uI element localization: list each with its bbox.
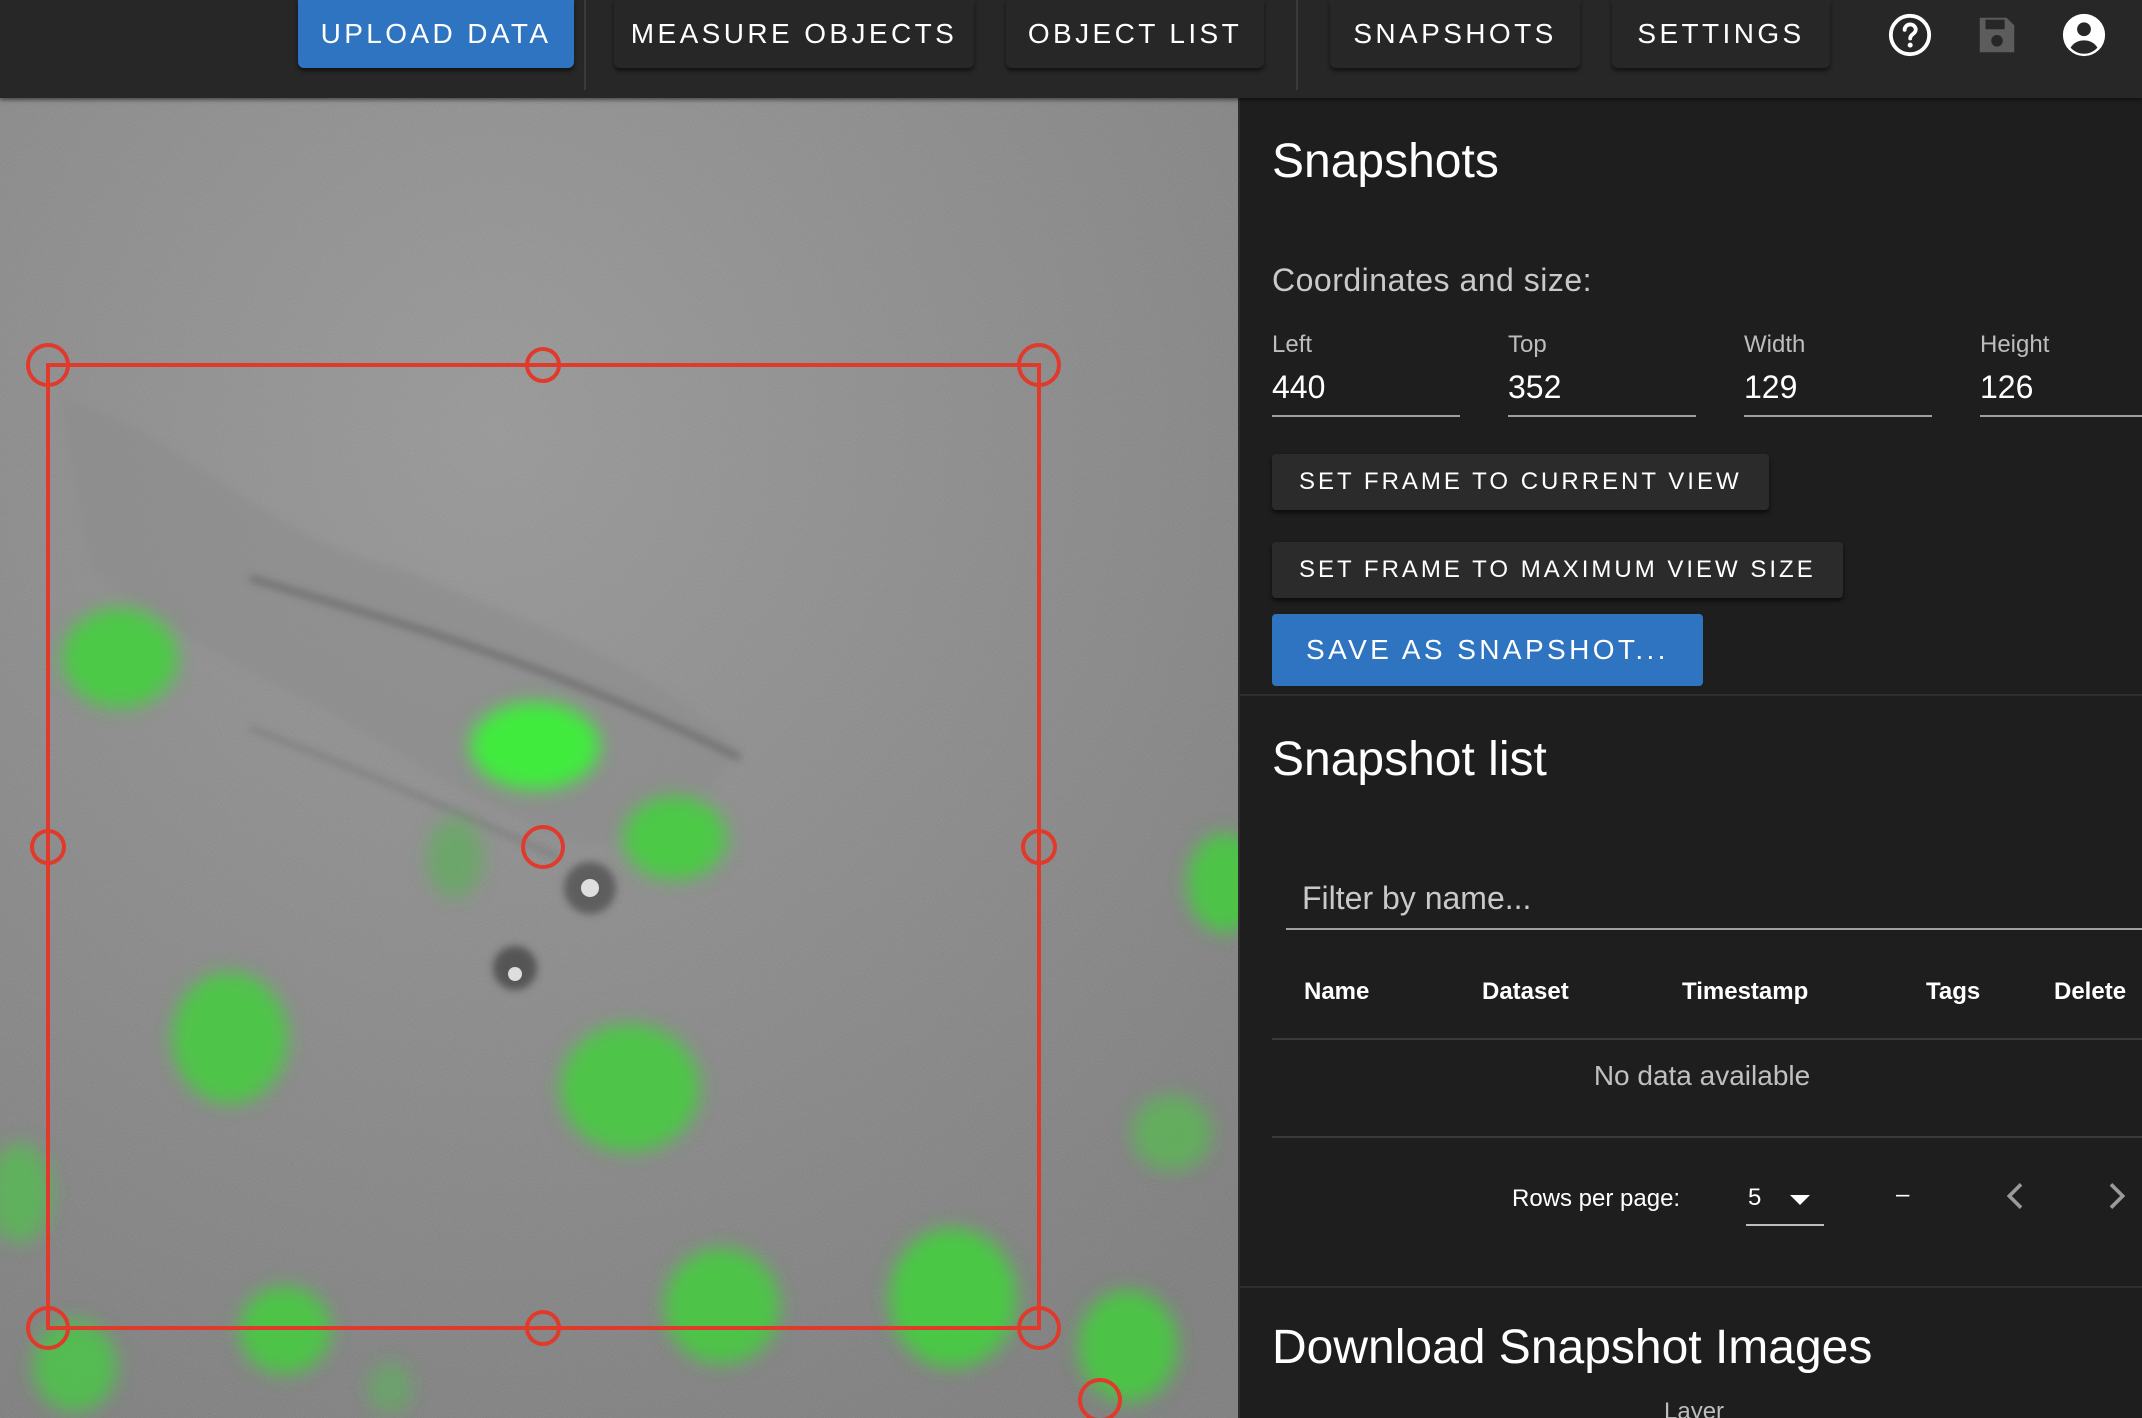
- left-label: Left: [1272, 331, 1313, 358]
- dropdown-arrow-icon: [1790, 1195, 1810, 1205]
- table-header-divider: [1272, 1038, 2142, 1040]
- nav-separator: [1296, 0, 1298, 90]
- top-input[interactable]: 352: [1508, 369, 1696, 417]
- settings-button[interactable]: SETTINGS: [1612, 0, 1830, 68]
- width-input[interactable]: 129: [1744, 369, 1932, 417]
- object-list-button[interactable]: OBJECT LIST: [1006, 0, 1264, 68]
- next-page-icon[interactable]: [2096, 1176, 2136, 1216]
- table-footer-divider: [1272, 1136, 2142, 1138]
- top-label: Top: [1508, 331, 1547, 358]
- coordinates-heading: Coordinates and size:: [1272, 262, 1593, 298]
- layer-label: Layer: [1664, 1398, 1725, 1418]
- set-frame-max-view-button[interactable]: SET FRAME TO MAXIMUM VIEW SIZE: [1272, 542, 1843, 598]
- rows-per-page-select[interactable]: 5: [1746, 1178, 1824, 1226]
- account-circle-icon[interactable]: [2061, 12, 2107, 58]
- left-input[interactable]: 440: [1272, 369, 1460, 417]
- column-header-dataset[interactable]: Dataset: [1482, 978, 1569, 1006]
- upload-data-button[interactable]: UPLOAD DATA: [298, 0, 574, 68]
- set-frame-current-view-button[interactable]: SET FRAME TO CURRENT VIEW: [1272, 454, 1769, 510]
- download-snapshot-images-title: Download Snapshot Images: [1272, 1321, 1873, 1374]
- height-label: Height: [1980, 331, 2050, 358]
- save-as-snapshot-button[interactable]: SAVE AS SNAPSHOT...: [1272, 614, 1703, 686]
- top-field[interactable]: Top 352: [1508, 331, 1696, 417]
- help-circle-icon[interactable]: [1887, 12, 1933, 58]
- column-header-delete[interactable]: Delete: [2054, 978, 2126, 1006]
- empty-table-message: No data available: [1593, 1060, 1811, 1091]
- snapshots-title: Snapshots: [1272, 135, 1499, 188]
- filter-by-name-input[interactable]: Filter by name...: [1286, 868, 2142, 930]
- previous-page-icon[interactable]: [1996, 1176, 2036, 1216]
- frame-handle-center[interactable]: [521, 825, 565, 869]
- height-field[interactable]: Height 126: [1980, 331, 2142, 417]
- column-header-tags[interactable]: Tags: [1926, 978, 1980, 1006]
- snapshots-panel: Snapshots Coordinates and size: Left 440…: [1238, 98, 2142, 1418]
- width-label: Width: [1744, 331, 1806, 358]
- top-app-bar: UPLOAD DATA MEASURE OBJECTS OBJECT LIST …: [0, 0, 2142, 98]
- snapshots-button[interactable]: SNAPSHOTS: [1330, 0, 1580, 68]
- measure-objects-button[interactable]: MEASURE OBJECTS: [614, 0, 974, 68]
- section-divider: [1240, 1286, 2142, 1288]
- save-icon[interactable]: [1974, 12, 2020, 58]
- column-header-timestamp[interactable]: Timestamp: [1682, 978, 1808, 1006]
- frame-handle-resize[interactable]: [1078, 1378, 1122, 1418]
- height-input[interactable]: 126: [1980, 369, 2142, 417]
- page-range-text: –: [1896, 1181, 1910, 1208]
- left-field[interactable]: Left 440: [1272, 331, 1460, 417]
- section-divider: [1240, 694, 2142, 696]
- image-viewer[interactable]: [0, 98, 1238, 1418]
- snapshot-list-title: Snapshot list: [1272, 733, 1547, 786]
- width-field[interactable]: Width 129: [1744, 331, 1932, 417]
- selection-frame[interactable]: [46, 363, 1041, 1330]
- rows-per-page-value: 5: [1748, 1184, 1762, 1211]
- rows-per-page-label: Rows per page:: [1512, 1185, 1681, 1212]
- snapshot-frame-overlay: [26, 343, 1122, 1418]
- nav-separator: [584, 0, 586, 90]
- column-header-name[interactable]: Name: [1304, 978, 1369, 1006]
